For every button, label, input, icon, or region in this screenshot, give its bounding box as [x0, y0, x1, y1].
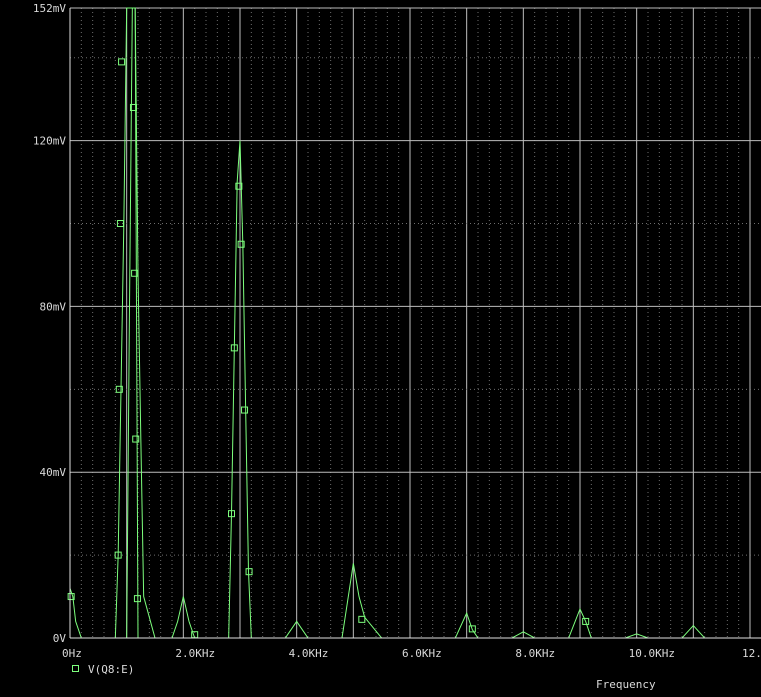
legend-marker-icon [72, 665, 79, 672]
x-tick-label: 2.0KHz [175, 647, 215, 660]
series-marker [241, 406, 249, 414]
legend-label: V(Q8:E) [88, 663, 134, 676]
series-marker [358, 615, 366, 623]
grid [69, 7, 761, 639]
y-tick-label: 80mV [40, 300, 67, 313]
x-tick-label: 6.0KHz [402, 647, 442, 660]
x-tick-label: 8.0KHz [515, 647, 555, 660]
x-tick-label: 12.0KHz [742, 647, 761, 660]
axes: 0V 40mV 80mV 120mV 152mV 0Hz 2.0KHz 4.0KHz 6.0KH… [33, 2, 761, 660]
y-tick-label: 120mV [33, 135, 66, 148]
spectrum-chart: 0V 40mV 80mV 120mV 152mV 0Hz 2.0KHz 4.0KHz 6.0KH… [33, 2, 761, 691]
series-layer [67, 7, 750, 639]
y-tick-label: 40mV [40, 466, 67, 479]
y-tick-label: 152mV [33, 2, 66, 15]
x-tick-label: 4.0KHz [289, 647, 329, 660]
y-tick-label: 0V [53, 632, 67, 645]
plot-area: 0V 40mV 80mV 120mV 152mV 0Hz 2.0KHz 4.0KHz 6.0KH… [0, 0, 761, 692]
series-marker [118, 58, 126, 66]
x-tick-label: 10.0KHz [629, 647, 675, 660]
x-axis-title: Frequency [596, 678, 656, 691]
legend: V(Q8:E) [72, 663, 134, 676]
x-tick-label: 0Hz [62, 647, 82, 660]
